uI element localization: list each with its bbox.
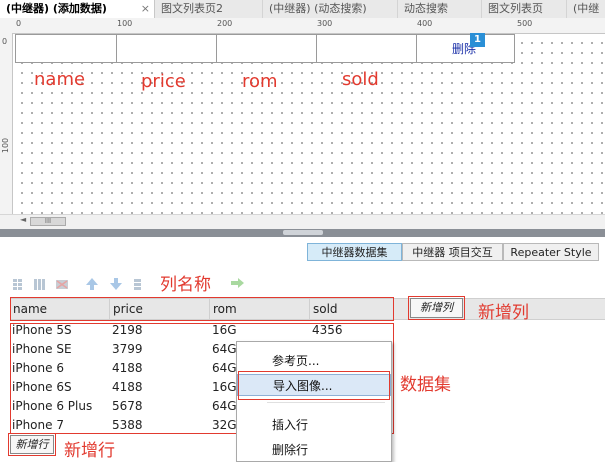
ruler-tick: 0 <box>16 19 22 28</box>
tab-label: 图文列表页2 <box>161 2 223 15</box>
tab-repeater-interactions[interactable]: 中继器 项目交互 <box>402 243 503 261</box>
horizontal-ruler: 0 100 200 300 400 500 <box>0 18 605 34</box>
repeater-cell[interactable] <box>316 35 417 62</box>
field-label-sold: sold <box>342 69 379 90</box>
vertical-ruler: 0 100 <box>0 33 13 229</box>
repeater-cell[interactable] <box>16 35 117 62</box>
ruler-tick: 100 <box>117 19 133 28</box>
ruler-tick: 200 <box>217 19 233 28</box>
tab-repeater-style[interactable]: Repeater Style <box>503 243 599 261</box>
close-icon[interactable]: × <box>141 0 150 18</box>
context-menu: 参考页... 导入图像... 插入行 删除行 <box>236 341 392 462</box>
ruler-tick: 300 <box>317 19 333 28</box>
menu-item-delete-row[interactable]: 删除行 <box>237 439 391 461</box>
arrow-down-icon[interactable] <box>110 278 122 290</box>
tab-label: 图文列表页 <box>488 2 543 15</box>
ruler-tick: 0 <box>2 37 8 46</box>
annotation-box-column-names <box>10 297 394 321</box>
dataset-toolbar <box>13 278 141 290</box>
arrow-right-icon[interactable] <box>229 277 245 289</box>
annotation-box-add-row <box>8 433 56 456</box>
tab-repeater-dataset[interactable]: 中继器数据集 <box>307 243 402 261</box>
repeater-item-row[interactable] <box>15 34 515 63</box>
columns-icon[interactable] <box>34 279 45 290</box>
grid-icon[interactable] <box>13 279 22 290</box>
arrow-up-icon[interactable] <box>86 278 98 290</box>
menu-separator <box>267 402 385 403</box>
annotation-column-name: 列名称 <box>160 275 211 295</box>
tab-label: (中继器) (添加数据) <box>6 2 107 15</box>
tab-label: (中继 <box>573 2 600 15</box>
menu-item-insert-row[interactable]: 插入行 <box>237 414 391 436</box>
annotation-box-import-image <box>238 371 390 400</box>
ruler-tick: 400 <box>417 19 433 28</box>
tab-label: (中继器) (动态搜索) <box>269 2 367 15</box>
field-label-price: price <box>141 71 186 92</box>
scroll-left-icon[interactable]: ◄ <box>20 215 26 224</box>
tab-repeater-more[interactable]: (中继 <box>567 0 605 18</box>
annotation-add-row: 新增行 <box>64 441 115 461</box>
repeater-cell[interactable] <box>216 35 317 62</box>
tab-add-data[interactable]: (中继器) (添加数据) × <box>0 0 155 18</box>
annotation-box-add-column <box>408 296 465 320</box>
interaction-badge: 1 <box>470 33 485 47</box>
tab-dynamic-search-repeater[interactable]: (中继器) (动态搜索) <box>263 0 398 18</box>
horizontal-scrollbar[interactable] <box>0 214 605 229</box>
menu-item-reference-page[interactable]: 参考页... <box>237 350 391 372</box>
field-label-rom: rom <box>242 71 278 92</box>
splitter-grip-icon[interactable] <box>283 230 323 235</box>
delete-columns-icon[interactable] <box>56 280 68 289</box>
table-icon[interactable] <box>134 279 141 290</box>
ruler-tick: 100 <box>1 137 11 154</box>
ruler-tick: 500 <box>517 19 533 28</box>
tab-image-list-2[interactable]: 图文列表页2 <box>155 0 263 18</box>
document-tab-bar: (中继器) (添加数据) × 图文列表页2 (中继器) (动态搜索) 动态搜索 … <box>0 0 605 19</box>
annotation-dataset: 数据集 <box>400 375 451 395</box>
annotation-add-column: 新增列 <box>478 303 529 323</box>
tab-label: 动态搜索 <box>404 2 448 15</box>
tab-dynamic-search[interactable]: 动态搜索 <box>398 0 482 18</box>
scrollbar-thumb[interactable]: III <box>30 217 66 226</box>
tab-image-list[interactable]: 图文列表页 <box>482 0 567 18</box>
repeater-cell[interactable] <box>116 35 217 62</box>
field-label-name: name <box>34 69 86 90</box>
